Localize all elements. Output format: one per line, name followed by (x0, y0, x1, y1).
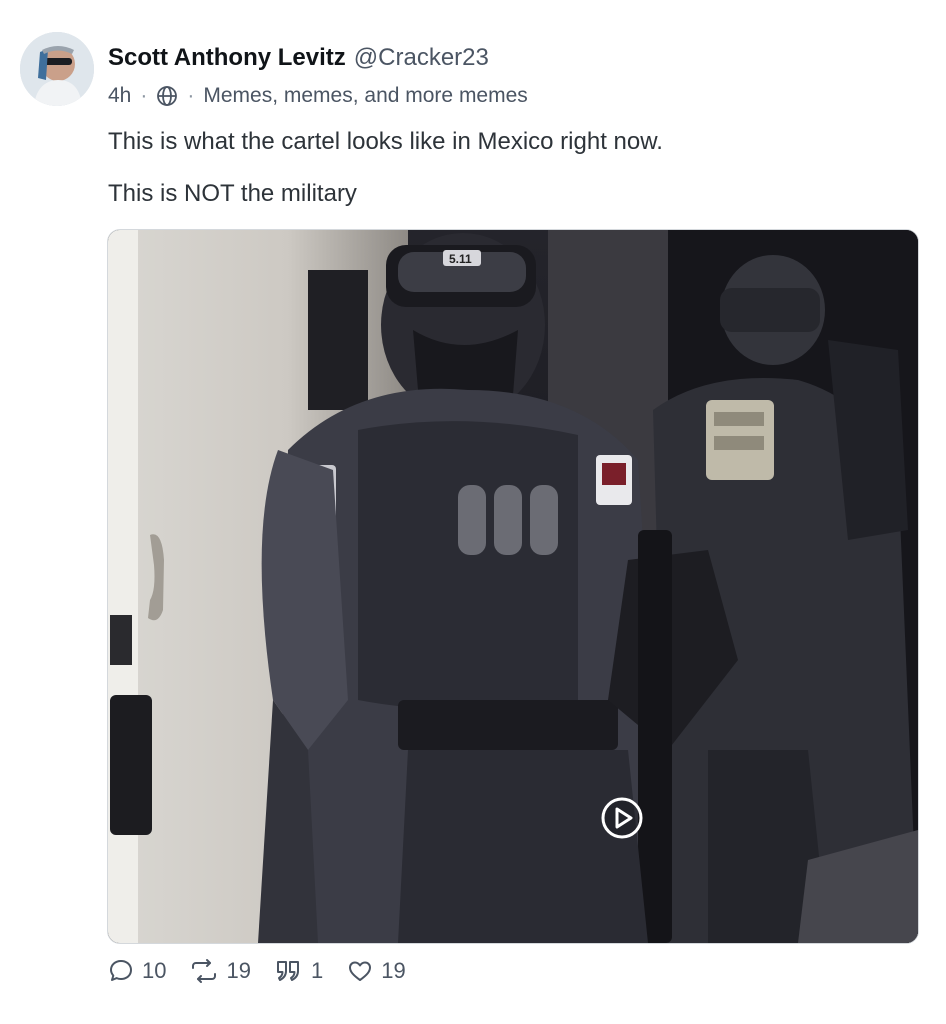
video-thumbnail: 5.11 (108, 230, 918, 943)
meta-separator: · (140, 84, 148, 107)
post-text-line: This is NOT the military (108, 180, 357, 207)
play-icon[interactable] (600, 796, 644, 840)
repost-icon (190, 958, 226, 984)
like-button[interactable]: 19 (347, 958, 406, 984)
repost-count: 19 (226, 958, 251, 983)
quote-button[interactable]: 1 (275, 958, 323, 984)
post-actions: 10 19 1 19 (108, 958, 430, 984)
author-display-name[interactable]: Scott Anthony Levitz (108, 44, 346, 71)
meta-separator: · (187, 84, 195, 107)
helmet-logo-text: 5.11 (449, 252, 472, 266)
like-count: 19 (381, 958, 406, 983)
author-handle[interactable]: @Cracker23 (354, 44, 489, 71)
quote-count: 1 (310, 958, 324, 983)
reply-count: 10 (142, 958, 167, 983)
heart-icon (347, 958, 381, 984)
repost-button[interactable]: 19 (190, 958, 251, 984)
post-timestamp[interactable]: 4h (108, 84, 131, 108)
post-meta: 4h · · Memes, memes, and more memes (108, 84, 528, 108)
author-row: Scott Anthony Levitz @Cracker23 (108, 44, 489, 72)
post-video[interactable]: 5.11 (108, 230, 918, 943)
group-link[interactable]: Memes, memes, and more memes (203, 84, 527, 108)
reply-button[interactable]: 10 (108, 958, 166, 984)
quote-icon (275, 958, 311, 984)
author-avatar[interactable] (20, 32, 94, 106)
post-text-line: This is what the cartel looks like in Me… (108, 128, 663, 155)
comment-icon (108, 958, 142, 984)
globe-icon (156, 85, 178, 107)
